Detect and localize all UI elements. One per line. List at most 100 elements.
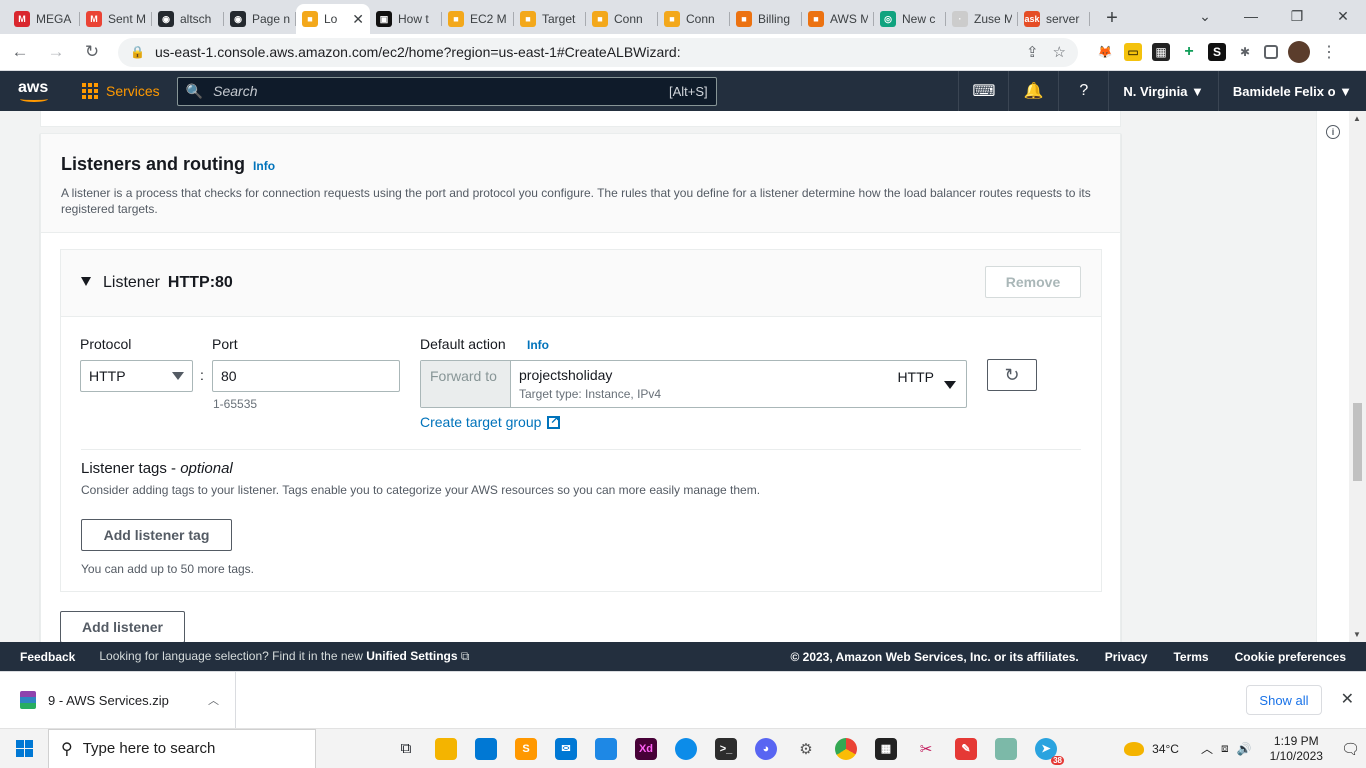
notifications-bell-icon[interactable]: 🔔 — [1008, 71, 1058, 111]
browser-tab[interactable]: ▣ How t — [370, 4, 442, 34]
chrome-icon[interactable] — [826, 729, 866, 768]
close-shelf-icon[interactable]: ✕ — [1341, 689, 1354, 709]
page-scrollbar[interactable]: ▲ ▼ — [1349, 111, 1366, 642]
cookie-preferences-link[interactable]: Cookie preferences — [1235, 650, 1346, 664]
reload-button[interactable]: ↻ — [76, 36, 108, 68]
target-group-select[interactable]: projectsholiday Target type: Instance, I… — [511, 361, 966, 407]
maps-app-icon[interactable] — [986, 729, 1026, 768]
browser-tab[interactable]: ■ Conn — [586, 4, 658, 34]
show-all-downloads-button[interactable]: Show all — [1246, 685, 1322, 715]
help-icon[interactable]: ? — [1058, 71, 1108, 111]
network-icon[interactable]: ⧈ — [1221, 741, 1229, 756]
edge-icon[interactable] — [666, 729, 706, 768]
browser-tab[interactable]: ■ AWS M — [802, 4, 874, 34]
sublime-text-icon[interactable]: S — [506, 729, 546, 768]
feedback-link[interactable]: Feedback — [20, 650, 75, 664]
browser-tab[interactable]: ■ Conn — [658, 4, 730, 34]
browser-tab[interactable]: ■ Lo ✕ — [296, 4, 370, 34]
port-input[interactable]: 80 — [212, 360, 400, 392]
unified-settings-link[interactable]: Unified Settings — [366, 649, 457, 663]
download-item[interactable]: 9 - AWS Services.zip ︿ — [0, 671, 236, 729]
discord-icon[interactable]: ◕ — [746, 729, 786, 768]
browser-tab[interactable]: ask server — [1018, 4, 1090, 34]
account-menu[interactable]: Bamidele Felix o ▼ — [1217, 71, 1366, 111]
temperature-text[interactable]: 34°C — [1152, 742, 1179, 756]
volume-icon[interactable]: 🔊 — [1237, 742, 1252, 756]
default-action-info-link[interactable]: Info — [527, 338, 549, 352]
extension-plus-icon[interactable]: + — [1180, 43, 1198, 61]
services-menu-button[interactable]: Services — [82, 83, 160, 99]
adobe-xd-icon[interactable]: Xd — [626, 729, 666, 768]
aws-logo[interactable]: aws — [18, 79, 52, 103]
extension-folder-icon[interactable]: ▭ — [1124, 43, 1142, 61]
browser-menu-icon[interactable]: ⋮ — [1320, 43, 1338, 61]
settings-gear-icon[interactable]: ⚙ — [786, 729, 826, 768]
taskbar-search[interactable]: ⚲ Type here to search — [48, 728, 316, 768]
protocol-select[interactable]: HTTP — [80, 360, 193, 392]
store-icon[interactable] — [466, 729, 506, 768]
chevron-up-icon[interactable]: ︿ — [1201, 740, 1213, 757]
scrollbar-thumb[interactable] — [1353, 403, 1362, 481]
snipping-tool-icon[interactable]: ✂ — [906, 729, 946, 768]
bookmark-star-icon[interactable]: ☆ — [1053, 43, 1066, 61]
paint-app-icon[interactable]: ✎ — [946, 729, 986, 768]
notes-app-icon[interactable] — [586, 729, 626, 768]
default-action-select[interactable]: Forward to projectsholiday Target type: … — [420, 360, 967, 408]
extension-qr-icon[interactable]: ▦ — [1152, 43, 1170, 61]
restore-button[interactable]: ❐ — [1274, 0, 1320, 32]
browser-tab[interactable]: ■ Target — [514, 4, 586, 34]
refresh-button[interactable]: ↻ — [987, 359, 1037, 391]
privacy-link[interactable]: Privacy — [1105, 650, 1148, 664]
remove-listener-button[interactable]: Remove — [985, 266, 1081, 298]
side-panel-icon[interactable] — [1264, 45, 1278, 59]
taskbar-search-input[interactable]: Type here to search — [83, 740, 216, 757]
scroll-down-icon[interactable]: ▼ — [1353, 630, 1361, 639]
scroll-up-icon[interactable]: ▲ — [1353, 114, 1361, 123]
clock[interactable]: 1:19 PM 1/10/2023 — [1270, 734, 1323, 764]
region-selector[interactable]: N. Virginia ▼ — [1108, 71, 1218, 111]
search-input[interactable]: Search — [213, 83, 669, 99]
url-text[interactable]: us-east-1.console.aws.amazon.com/ec2/hom… — [155, 44, 1012, 60]
back-button[interactable]: ← — [4, 36, 36, 68]
browser-tab[interactable]: M Sent M — [80, 4, 152, 34]
address-bar[interactable]: 🔒 us-east-1.console.aws.amazon.com/ec2/h… — [118, 37, 1078, 67]
file-explorer-icon[interactable] — [426, 729, 466, 768]
new-tab-button[interactable]: + — [1098, 4, 1126, 32]
browser-tab[interactable]: · Zuse M — [946, 4, 1018, 34]
metamask-icon[interactable]: 🦊 — [1096, 43, 1114, 61]
browser-tab[interactable]: M MEGA — [8, 4, 80, 34]
profile-avatar[interactable] — [1288, 41, 1310, 63]
browser-tab[interactable]: ■ Billing — [730, 4, 802, 34]
task-view-icon[interactable]: ⧉ — [386, 729, 426, 768]
weather-icon[interactable] — [1124, 741, 1145, 756]
tab-search-icon[interactable]: ⌄ — [1182, 0, 1228, 32]
close-window-button[interactable]: ✕ — [1320, 0, 1366, 32]
browser-tab[interactable]: ■ EC2 M — [442, 4, 514, 34]
create-target-group-link[interactable]: Create target group — [420, 413, 561, 430]
cloudshell-icon[interactable]: ⌨ — [958, 71, 1008, 111]
forward-button[interactable]: → — [40, 36, 72, 68]
notifications-icon[interactable]: 🗨 — [1341, 740, 1360, 758]
caret-down-icon[interactable] — [81, 276, 91, 286]
terminal-icon[interactable]: >_ — [706, 729, 746, 768]
console-search[interactable]: 🔍 Search [Alt+S] — [176, 76, 717, 106]
listener-header[interactable]: Listener HTTP:80 Remove — [61, 250, 1101, 317]
share-icon[interactable]: ⇪ — [1026, 43, 1039, 61]
mail-icon[interactable]: ✉ — [546, 729, 586, 768]
browser-tab[interactable]: ◎ New c — [874, 4, 946, 34]
extensions-puzzle-icon[interactable]: ✱ — [1236, 43, 1254, 61]
add-listener-button[interactable]: Add listener — [60, 611, 185, 642]
browser-tab[interactable]: ◉ altsch — [152, 4, 224, 34]
add-listener-tag-button[interactable]: Add listener tag — [81, 519, 232, 551]
minimize-button[interactable]: — — [1228, 0, 1274, 32]
start-button[interactable] — [0, 729, 48, 768]
terms-link[interactable]: Terms — [1173, 650, 1208, 664]
browser-tab[interactable]: ◉ Page n — [224, 4, 296, 34]
section-info-link[interactable]: Info — [253, 159, 275, 173]
extension-s-icon[interactable]: S — [1208, 43, 1226, 61]
info-panel-icon[interactable]: i — [1326, 125, 1340, 139]
qr-app-icon[interactable]: ▦ — [866, 729, 906, 768]
telegram-icon[interactable]: ➤ 38 — [1026, 729, 1066, 768]
chevron-up-icon[interactable]: ︿ — [208, 692, 219, 708]
lock-icon[interactable]: 🔒 — [130, 45, 145, 59]
